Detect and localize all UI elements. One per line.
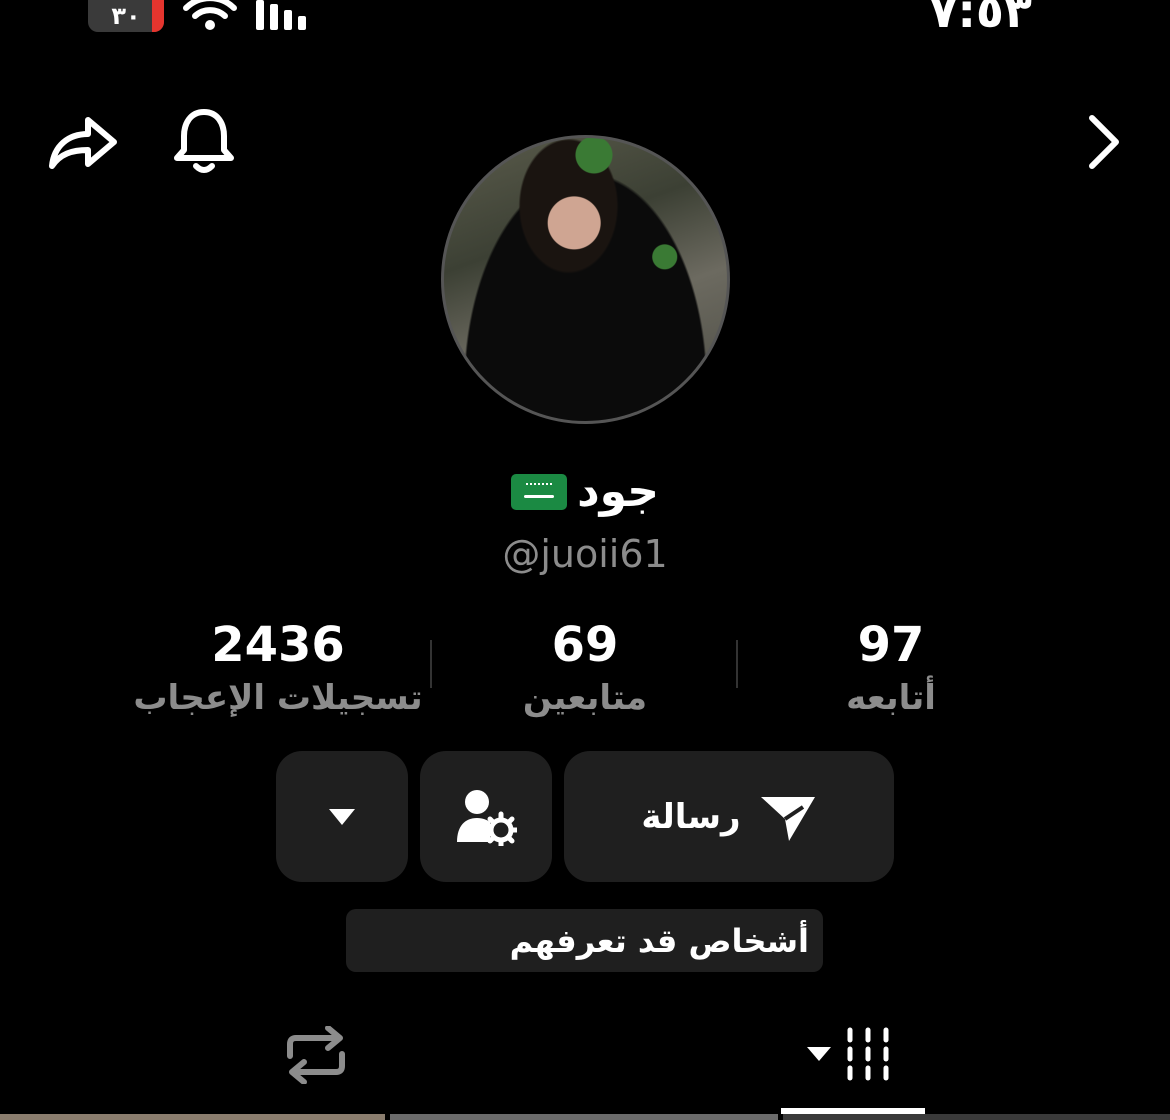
stat-divider xyxy=(736,640,738,688)
message-button[interactable]: رسالة xyxy=(564,751,894,882)
clock: ٧:٥٣ xyxy=(929,0,1032,38)
videos-tab[interactable] xyxy=(806,1026,892,1082)
signal-icon xyxy=(256,0,306,30)
user-gear-icon xyxy=(457,789,517,846)
battery-indicator: ٣٠ xyxy=(88,0,164,32)
following-count: 97 xyxy=(857,617,925,673)
stat-divider xyxy=(430,640,432,688)
stat-likes[interactable]: 2436 تسجيلات الإعجاب xyxy=(128,618,428,724)
avatar[interactable] xyxy=(441,135,730,424)
share-icon[interactable] xyxy=(46,108,120,172)
message-label: رسالة xyxy=(641,796,741,837)
grid-icon xyxy=(847,1027,889,1081)
stat-followers[interactable]: 69 متابعين xyxy=(435,618,735,724)
repost-tab-icon[interactable] xyxy=(282,1026,350,1084)
wifi-icon xyxy=(183,0,237,30)
more-dropdown-button[interactable] xyxy=(276,751,408,882)
bell-icon[interactable] xyxy=(172,106,236,176)
friend-settings-button[interactable] xyxy=(420,751,552,882)
chevron-right-icon[interactable] xyxy=(1084,112,1124,172)
saudi-flag-icon xyxy=(511,473,568,510)
video-thumbnails[interactable] xyxy=(0,1114,1170,1120)
followers-label: متابعين xyxy=(522,678,648,718)
caret-down-icon xyxy=(329,808,355,825)
suggested-people-label: أشخاص قد تعرفهم xyxy=(509,921,809,960)
followers-count: 69 xyxy=(551,617,619,673)
send-icon xyxy=(760,796,815,841)
display-name: جود xyxy=(577,466,659,517)
battery-level: ٣٠ xyxy=(111,2,141,30)
suggested-people-button[interactable]: أشخاص قد تعرفهم xyxy=(346,909,823,972)
likes-count: 2436 xyxy=(211,617,345,673)
caret-down-icon xyxy=(807,1047,831,1061)
display-name-row: جود xyxy=(0,466,1170,517)
following-label: أتابعه xyxy=(846,678,936,718)
likes-label: تسجيلات الإعجاب xyxy=(133,678,423,718)
username: @juoii61 xyxy=(502,532,668,576)
stat-following[interactable]: 97 أتابعه xyxy=(741,618,1041,724)
